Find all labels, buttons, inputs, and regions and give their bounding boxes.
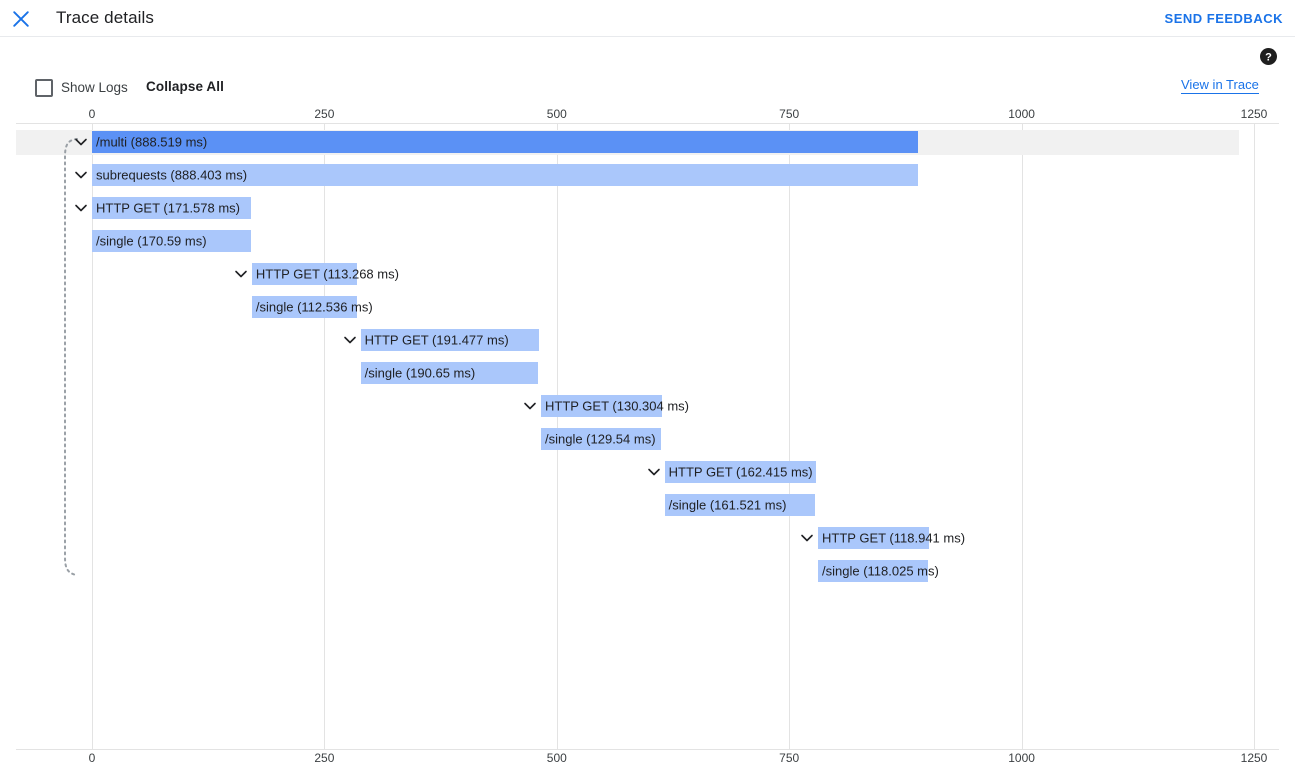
- chevron-down-icon[interactable]: [72, 166, 90, 184]
- view-in-trace-link[interactable]: View in Trace: [1181, 77, 1259, 94]
- span-bar[interactable]: [92, 131, 918, 153]
- chevron-down-icon[interactable]: [341, 331, 359, 349]
- span-bar[interactable]: [92, 230, 251, 252]
- collapse-all-button[interactable]: Collapse All: [146, 79, 224, 94]
- axis-tick-label-bottom: 250: [314, 751, 335, 765]
- chevron-down-icon[interactable]: [72, 199, 90, 217]
- svg-text:?: ?: [1265, 51, 1272, 63]
- axis-tick-label-top: 0: [88, 107, 96, 121]
- show-logs-checkbox[interactable]: [35, 79, 53, 97]
- gridline: [1021, 123, 1023, 749]
- close-icon[interactable]: [9, 7, 33, 31]
- axis-rule-bottom: [16, 749, 1279, 750]
- span-bar[interactable]: [92, 164, 918, 186]
- axis-tick-label-bottom: 750: [779, 751, 800, 765]
- axis-tick-label-bottom: 1250: [1240, 751, 1268, 765]
- gridline: [324, 123, 326, 749]
- span-bar[interactable]: [251, 296, 357, 318]
- axis-tick-label-top: 250: [314, 107, 335, 121]
- span-bar[interactable]: [818, 560, 928, 582]
- gridline: [789, 123, 791, 749]
- axis-tick-label-top: 750: [779, 107, 800, 121]
- chevron-down-icon[interactable]: [798, 529, 816, 547]
- span-bar[interactable]: [251, 263, 358, 285]
- span-bar[interactable]: [818, 527, 929, 549]
- chevron-down-icon[interactable]: [232, 265, 250, 283]
- trace-waterfall: 0 250 500 750 1000 1250 0 250 500 750 1000 1250 /m…: [0, 104, 1295, 777]
- axis-tick-label-top: 1000: [1008, 107, 1035, 121]
- axis-tick-label-top: 500: [546, 107, 567, 121]
- show-logs-label: Show Logs: [61, 80, 128, 95]
- page-title: Trace details: [56, 8, 154, 27]
- gridline: [1254, 123, 1255, 749]
- title-bar: Trace details SEND FEEDBACK: [0, 0, 1295, 37]
- span-bar[interactable]: [664, 494, 815, 516]
- axis-tick-label-bottom: 1000: [1008, 751, 1035, 765]
- chevron-down-icon[interactable]: [521, 397, 539, 415]
- send-feedback-button[interactable]: SEND FEEDBACK: [1165, 11, 1283, 26]
- axis-tick-label-bottom: 0: [88, 751, 96, 765]
- chevron-down-icon[interactable]: [72, 133, 90, 151]
- span-bar[interactable]: [92, 197, 252, 219]
- span-bar[interactable]: [540, 395, 663, 417]
- span-bar[interactable]: [540, 428, 662, 450]
- axis-tick-label-top: 1250: [1240, 107, 1268, 121]
- span-bar[interactable]: [664, 461, 816, 483]
- span-bar[interactable]: [360, 329, 539, 351]
- span-bar[interactable]: [360, 362, 538, 384]
- chevron-down-icon[interactable]: [645, 463, 663, 481]
- axis-tick-label-bottom: 500: [546, 751, 567, 765]
- axis-rule-top: [16, 123, 1279, 124]
- help-circle-icon[interactable]: ?: [1260, 48, 1277, 65]
